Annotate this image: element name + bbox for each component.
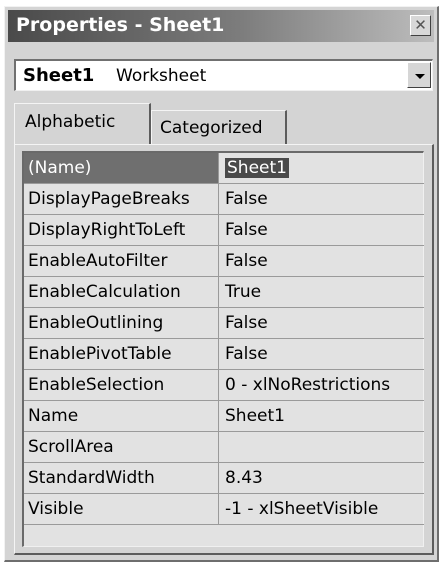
property-row[interactable]: EnableSelection 0 - xlNoRestrictions	[24, 370, 424, 401]
object-name: Sheet1	[23, 65, 95, 86]
property-value-text: 8.43	[225, 468, 263, 488]
property-value-text: Sheet1	[225, 158, 289, 178]
tab-alphabetic-label: Alphabetic	[25, 112, 116, 132]
property-value[interactable]: True	[221, 277, 424, 307]
property-value-text: True	[225, 282, 262, 302]
property-value[interactable]: False	[221, 339, 424, 369]
property-value-text: False	[225, 344, 268, 364]
property-name: (Name)	[24, 153, 219, 183]
property-value-text: False	[225, 251, 268, 271]
object-type: Worksheet	[116, 66, 207, 86]
property-row[interactable]: ScrollArea	[24, 432, 424, 463]
property-row[interactable]: EnableCalculation True	[24, 277, 424, 308]
property-row[interactable]: (Name) Sheet1	[24, 153, 424, 184]
tab-panel: (Name) Sheet1 DisplayPageBreaks False Displa…	[14, 144, 434, 555]
property-name: EnableAutoFilter	[24, 246, 219, 276]
property-grid: (Name) Sheet1 DisplayPageBreaks False Displa…	[22, 151, 424, 547]
property-value[interactable]: Sheet1	[221, 153, 424, 183]
property-name: DisplayPageBreaks	[24, 184, 219, 214]
object-selector-combo[interactable]: Sheet1 Worksheet	[14, 59, 433, 91]
property-value-text: -1 - xlSheetVisible	[225, 499, 379, 519]
property-row[interactable]: DisplayPageBreaks False	[24, 184, 424, 215]
property-row[interactable]: EnableAutoFilter False	[24, 246, 424, 277]
tab-categorized[interactable]: Categorized	[151, 110, 287, 144]
property-value-text: 0 - xlNoRestrictions	[225, 375, 391, 395]
window-title: Properties - Sheet1	[16, 14, 225, 36]
tab-alphabetic[interactable]: Alphabetic	[14, 103, 151, 144]
property-row[interactable]: Name Sheet1	[24, 401, 424, 432]
property-name: StandardWidth	[24, 463, 219, 493]
property-name: ScrollArea	[24, 432, 219, 462]
property-name: EnablePivotTable	[24, 339, 219, 369]
property-value-text: False	[225, 313, 268, 333]
combo-dropdown-button[interactable]	[407, 62, 431, 88]
property-value-text: False	[225, 220, 268, 240]
property-value[interactable]: -1 - xlSheetVisible	[221, 494, 424, 524]
property-row[interactable]: EnablePivotTable False	[24, 339, 424, 370]
tab-categorized-label: Categorized	[160, 118, 263, 138]
property-row[interactable]: StandardWidth 8.43	[24, 463, 424, 494]
property-name: EnableOutlining	[24, 308, 219, 338]
property-row[interactable]: DisplayRightToLeft False	[24, 215, 424, 246]
property-value[interactable]: False	[221, 246, 424, 276]
property-row[interactable]: Visible -1 - xlSheetVisible	[24, 494, 424, 525]
property-value[interactable]: False	[221, 308, 424, 338]
property-value[interactable]: 8.43	[221, 463, 424, 493]
close-icon: ✕	[414, 16, 427, 34]
property-name: DisplayRightToLeft	[24, 215, 219, 245]
property-value[interactable]: False	[221, 184, 424, 214]
property-value[interactable]: 0 - xlNoRestrictions	[221, 370, 424, 400]
property-value[interactable]: Sheet1	[221, 401, 424, 431]
property-value-text: False	[225, 189, 268, 209]
property-value[interactable]	[221, 432, 424, 462]
property-value-text: Sheet1	[225, 406, 285, 426]
property-name: Name	[24, 401, 219, 431]
property-name: EnableSelection	[24, 370, 219, 400]
properties-window: Properties - Sheet1 ✕ Sheet1 Worksheet A…	[4, 6, 439, 562]
property-value[interactable]: False	[221, 215, 424, 245]
close-button[interactable]: ✕	[410, 15, 431, 36]
property-name: Visible	[24, 494, 219, 524]
property-row[interactable]: EnableOutlining False	[24, 308, 424, 339]
property-name: EnableCalculation	[24, 277, 219, 307]
title-bar[interactable]: Properties - Sheet1 ✕	[8, 10, 434, 42]
